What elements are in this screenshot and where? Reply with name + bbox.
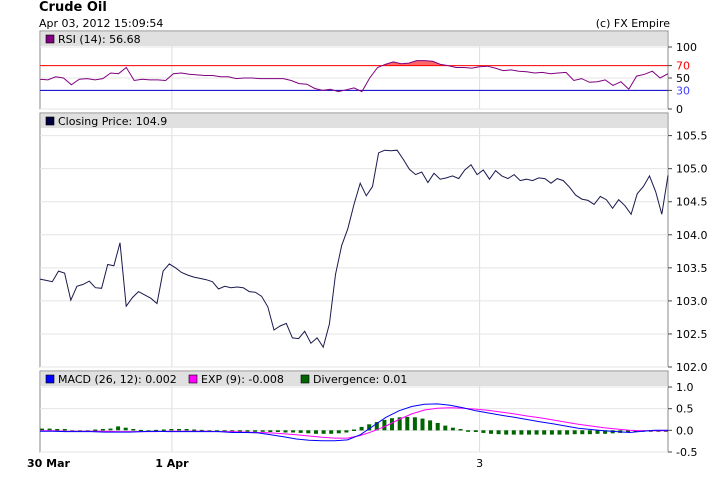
divergence-bar	[275, 430, 280, 432]
divergence-bar	[450, 427, 455, 431]
divergence-bar	[428, 420, 433, 431]
y-tick-label: 30	[676, 84, 690, 97]
x-tick-label: 3	[476, 457, 483, 470]
divergence-bar	[123, 427, 128, 431]
divergence-bar	[481, 430, 486, 433]
divergence-bar	[473, 430, 478, 432]
divergence-bar	[336, 430, 341, 434]
divergence-bar	[47, 428, 52, 431]
y-tick-label: 105.5	[676, 130, 708, 143]
legend-label: EXP (9): -0.008	[201, 373, 284, 386]
legend-label: Closing Price: 104.9	[58, 115, 167, 128]
divergence-bar	[557, 430, 562, 435]
divergence-bar	[306, 430, 311, 434]
divergence-bar	[496, 430, 501, 435]
y-tick-label: 104.0	[676, 229, 708, 242]
y-tick-label: 100	[676, 41, 697, 54]
divergence-bar	[55, 429, 60, 431]
divergence-bar	[321, 430, 326, 434]
divergence-bar	[169, 429, 174, 431]
divergence-bar	[62, 429, 67, 431]
divergence-bar	[435, 423, 440, 431]
divergence-bar	[161, 429, 166, 431]
divergence-bar	[466, 430, 471, 432]
divergence-bar	[595, 430, 600, 434]
divergence-bar	[352, 429, 356, 431]
divergence-bar	[131, 429, 136, 431]
divergence-bar	[314, 430, 318, 434]
divergence-bar	[359, 426, 364, 431]
divergence-bar	[405, 416, 410, 431]
divergence-bar	[519, 430, 524, 435]
divergence-bar	[108, 428, 113, 431]
divergence-bar	[253, 430, 258, 432]
divergence-bar	[572, 430, 577, 435]
legend-swatch	[45, 116, 55, 126]
y-tick-label: -0.5	[676, 446, 697, 459]
chart-area: 100 705030 0 RSI (14): 56.68 105.5 105.0 104.5…	[27, 30, 708, 470]
y-tick-label: 0.5	[676, 403, 694, 416]
divergence-bar	[40, 428, 44, 431]
divergence-bar	[527, 430, 531, 435]
divergence-bar	[420, 418, 425, 431]
y-tick-label: 70	[676, 60, 690, 73]
divergence-bar	[549, 430, 554, 435]
legend-label: MACD (26, 12): 0.002	[58, 373, 177, 386]
divergence-bar	[504, 430, 509, 435]
x-tick-label: 1 Apr	[155, 457, 189, 470]
divergence-bar	[390, 418, 394, 431]
legend-swatch	[188, 374, 198, 384]
divergence-bar	[344, 430, 349, 433]
divergence-bar	[542, 430, 547, 435]
divergence-bar	[245, 430, 250, 432]
divergence-bar	[329, 430, 334, 434]
legend-label: Divergence: 0.01	[313, 373, 407, 386]
x-tick-label: 30 Mar	[27, 457, 71, 470]
divergence-bar	[283, 430, 288, 433]
divergence-bar	[298, 430, 303, 433]
y-tick-label: 0	[676, 103, 683, 116]
y-tick-label: 103.5	[676, 262, 708, 275]
divergence-bar	[511, 430, 516, 435]
y-tick-label: 0.0	[676, 424, 694, 437]
y-tick-label: 102.5	[676, 328, 708, 341]
divergence-bar	[489, 430, 493, 434]
divergence-bar	[443, 425, 448, 431]
divergence-bar	[565, 430, 570, 435]
divergence-bar	[291, 430, 296, 433]
divergence-bar	[260, 430, 265, 432]
y-tick-label: 1.0	[676, 381, 694, 394]
divergence-bar	[412, 417, 417, 431]
divergence-bar	[177, 429, 181, 431]
divergence-bar	[534, 430, 539, 435]
divergence-bar	[580, 430, 585, 435]
y-tick-label: 104.5	[676, 196, 708, 209]
divergence-bar	[587, 430, 592, 435]
y-tick-label: 50	[676, 72, 690, 85]
y-tick-label: 105.0	[676, 163, 708, 176]
divergence-bar	[268, 430, 273, 432]
legend-label: RSI (14): 56.68	[58, 33, 141, 46]
legend-swatch	[45, 374, 55, 384]
divergence-bar	[116, 426, 121, 431]
divergence-bar	[382, 419, 387, 431]
divergence-bar	[458, 429, 463, 431]
y-tick-label: 103.0	[676, 295, 708, 308]
divergence-bar	[184, 429, 189, 431]
legend-swatch	[300, 374, 310, 384]
y-tick-label: 102.0	[676, 361, 708, 374]
divergence-bar	[100, 429, 105, 431]
panel-frame	[39, 112, 669, 368]
legend-swatch	[45, 34, 55, 44]
